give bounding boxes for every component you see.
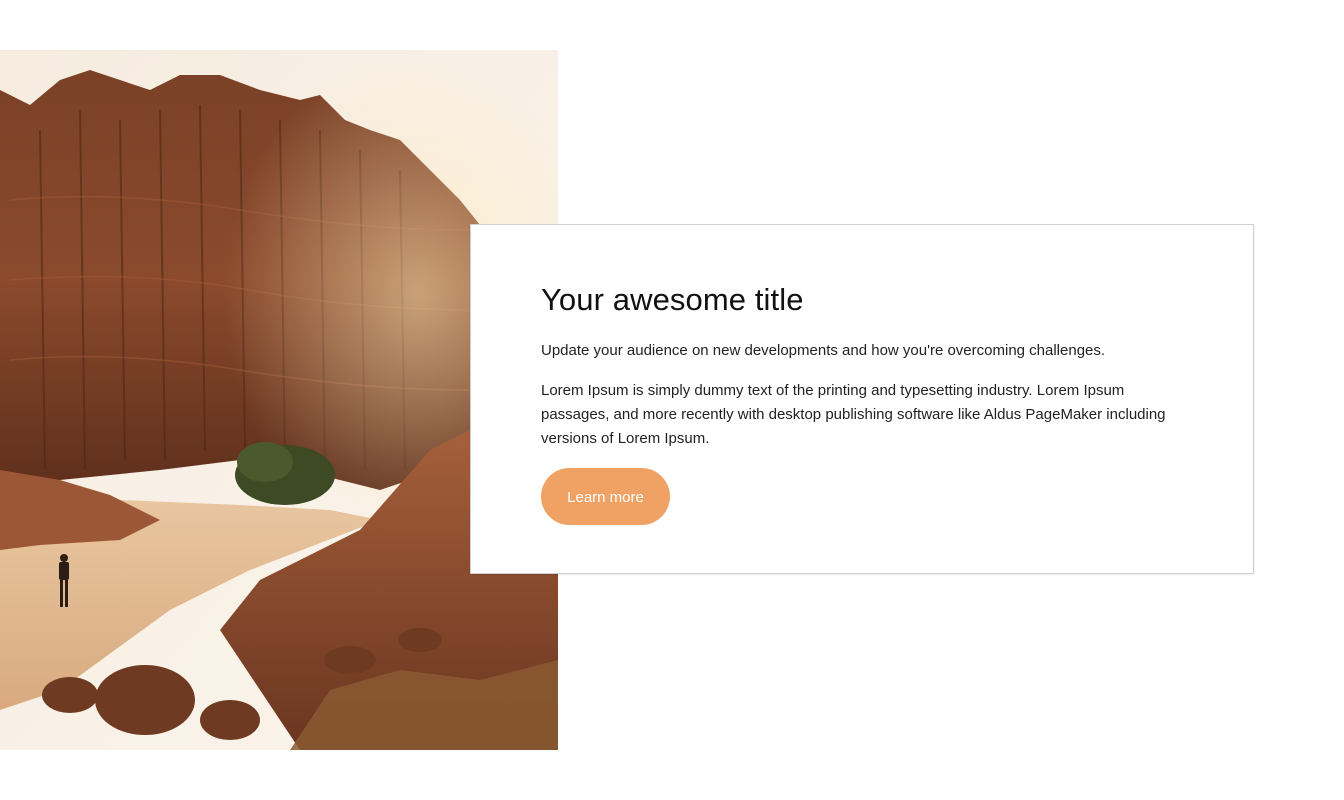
- learn-more-button[interactable]: Learn more: [541, 468, 670, 525]
- card-title: Your awesome title: [541, 282, 804, 317]
- card-body-text: Lorem Ipsum is simply dummy text of the …: [541, 382, 1166, 447]
- card-subtitle: Update your audience on new developments…: [541, 342, 1106, 359]
- card-content: Your awesome title Update your audience …: [541, 281, 1191, 525]
- content-card: Your awesome title Update your audience …: [470, 224, 1254, 574]
- page: Your awesome title Update your audience …: [0, 0, 1344, 800]
